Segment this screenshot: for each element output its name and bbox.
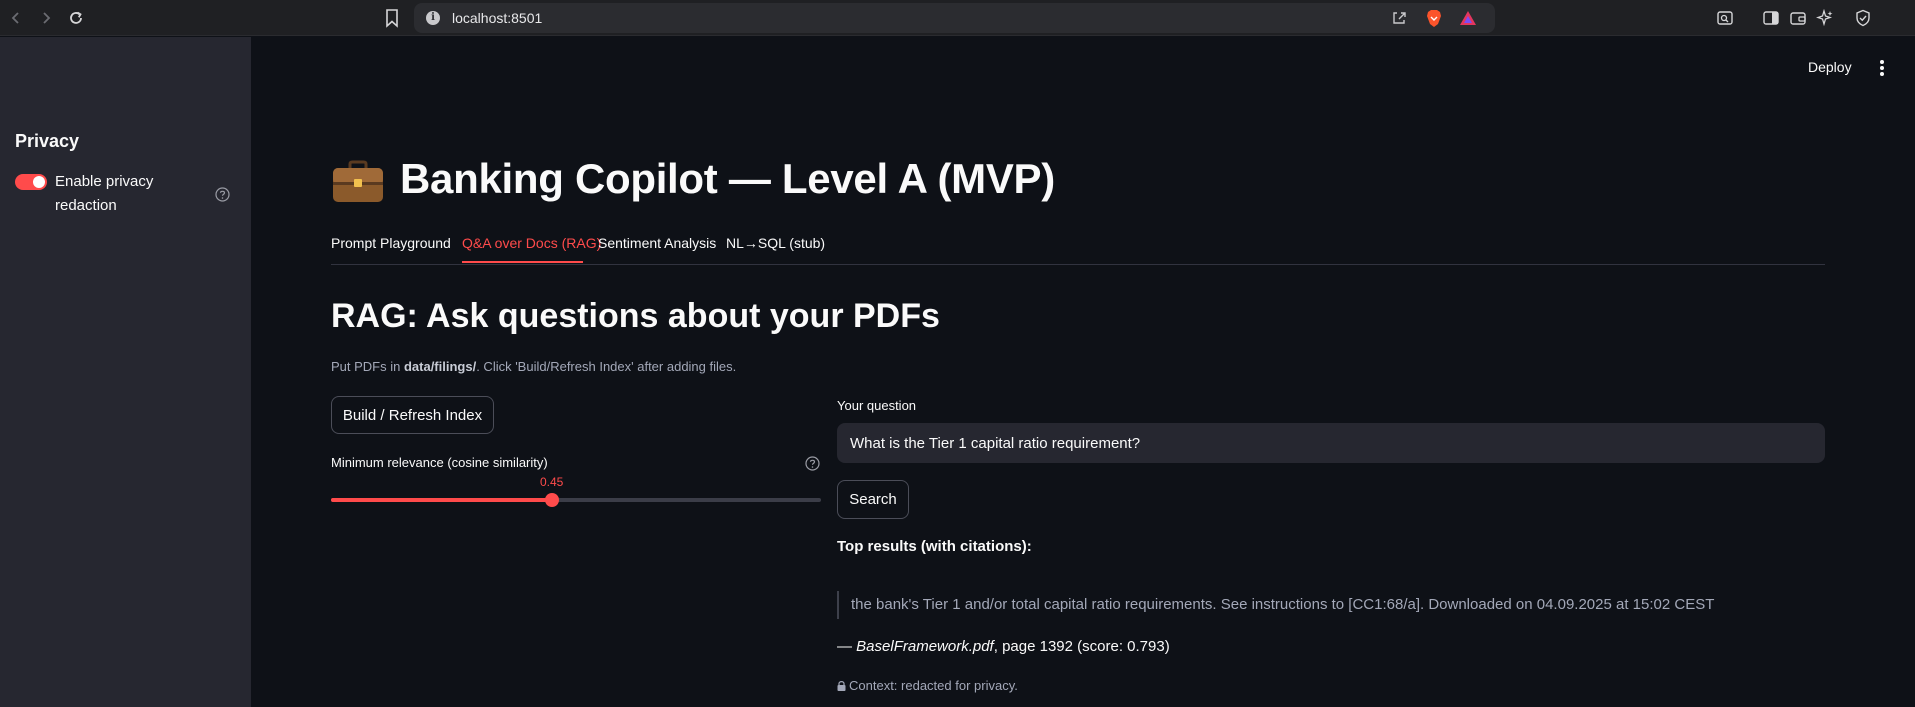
sidebar-title: Privacy — [15, 131, 80, 151]
active-tab-indicator — [462, 261, 583, 263]
main-menu-icon[interactable] — [1880, 60, 1884, 76]
search-button[interactable]: Search — [837, 480, 909, 519]
reload-icon[interactable] — [64, 6, 88, 30]
tab-nl-to-sql[interactable]: NL→SQL (stub) — [726, 234, 825, 264]
help-icon[interactable] — [215, 187, 230, 202]
build-refresh-index-button[interactable]: Build / Refresh Index — [331, 396, 494, 434]
tab-prompt-playground[interactable]: Prompt Playground — [331, 234, 451, 264]
results-heading: Top results (with citations): — [837, 538, 1032, 555]
relevance-slider[interactable] — [331, 493, 821, 507]
toggle-knob — [33, 176, 45, 188]
slider-fill — [331, 498, 552, 502]
back-icon[interactable] — [4, 6, 28, 30]
deploy-button[interactable]: Deploy — [1808, 59, 1852, 75]
brave-rewards-icon[interactable] — [1459, 10, 1477, 26]
result-citation: — BaselFramework.pdf, page 1392 (score: … — [837, 638, 1170, 655]
site-info-icon[interactable]: i — [426, 11, 440, 25]
lock-icon — [837, 681, 846, 691]
question-label: Your question — [837, 398, 917, 413]
address-bar[interactable]: i localhost:8501 — [414, 3, 1495, 33]
result-quote: the bank's Tier 1 and/or total capital r… — [837, 591, 1714, 619]
context-note: Context: redacted for privacy. — [837, 678, 1018, 693]
slider-label: Minimum relevance (cosine similarity) — [331, 455, 548, 470]
url-text[interactable]: localhost:8501 — [452, 10, 542, 26]
tabs-divider — [331, 264, 1825, 265]
vpn-icon[interactable] — [1854, 9, 1872, 27]
privacy-toggle[interactable] — [15, 174, 47, 190]
leo-ai-icon[interactable] — [1816, 9, 1834, 27]
wallet-icon[interactable] — [1789, 9, 1807, 27]
share-icon[interactable] — [1391, 10, 1407, 26]
filings-path: data/filings/ — [403, 359, 477, 374]
section-title: RAG: Ask questions about your PDFs — [331, 297, 940, 335]
instructions-caption: Put PDFs in data/filings/. Click 'Build/… — [331, 359, 737, 374]
source-filename: BaselFramework.pdf — [856, 638, 994, 655]
sidebar-icon[interactable] — [1762, 9, 1780, 27]
tab-qa-over-docs[interactable]: Q&A over Docs (RAG) — [462, 234, 601, 264]
reader-mode-icon[interactable] — [1716, 9, 1734, 27]
slider-thumb[interactable] — [545, 493, 559, 507]
brave-shields-icon[interactable] — [1425, 9, 1443, 28]
page-title: Banking Copilot — Level A (MVP) — [400, 155, 1055, 202]
bookmark-icon[interactable] — [384, 8, 400, 28]
slider-value: 0.45 — [540, 475, 564, 489]
help-icon[interactable] — [805, 456, 820, 471]
browser-toolbar: i localhost:8501 — [0, 0, 1915, 36]
question-input[interactable] — [837, 423, 1825, 463]
briefcase-icon — [333, 160, 383, 202]
tab-sentiment-analysis[interactable]: Sentiment Analysis — [598, 234, 716, 264]
privacy-toggle-label[interactable]: Enable privacy redaction — [55, 170, 185, 218]
forward-icon[interactable] — [34, 6, 58, 30]
